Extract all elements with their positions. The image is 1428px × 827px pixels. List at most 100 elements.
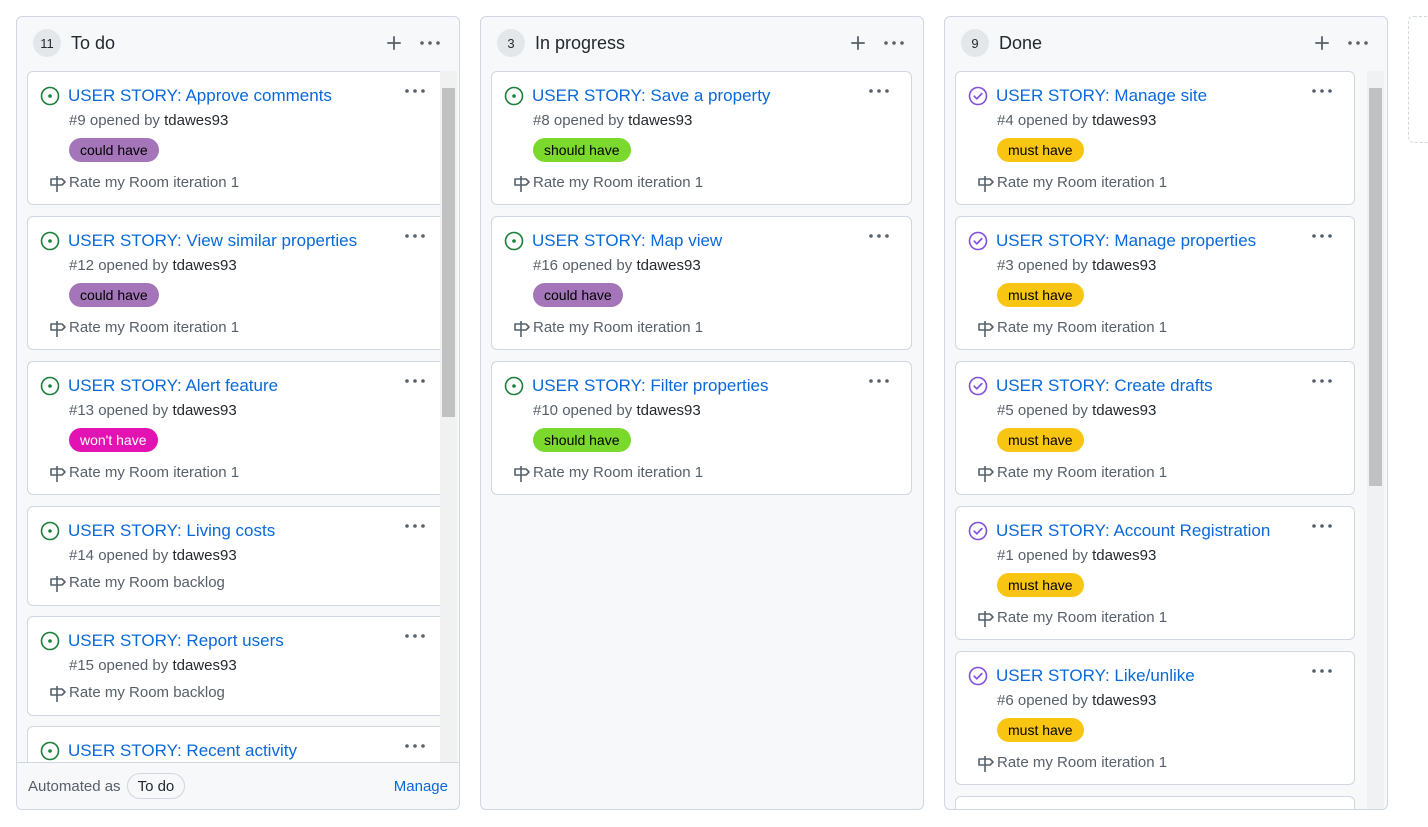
issue-card[interactable]: USER STORY: View similar properties #12 … — [27, 216, 448, 350]
issue-card[interactable]: USER STORY: Manage properties #3 opened … — [955, 216, 1355, 350]
issue-card[interactable]: USER STORY: Save a property #8 opened by… — [491, 71, 912, 205]
card-menu-button[interactable] — [867, 83, 891, 99]
card-menu-button[interactable] — [403, 518, 427, 534]
column-menu-button[interactable] — [881, 30, 907, 56]
scroll-thumb[interactable] — [1369, 88, 1382, 486]
kebab-horizontal-icon — [405, 634, 425, 638]
issue-author[interactable]: tdawes93 — [164, 112, 228, 129]
milestone-icon — [514, 466, 530, 482]
issue-milestone[interactable]: Rate my Room backlog — [50, 574, 225, 592]
issue-title-link[interactable]: USER STORY: Map view — [532, 231, 722, 251]
column-menu-button[interactable] — [417, 30, 443, 56]
issue-author[interactable]: tdawes93 — [1092, 692, 1156, 709]
issue-title-link[interactable]: USER STORY: Filter properties — [532, 376, 769, 396]
issue-author[interactable]: tdawes93 — [636, 402, 700, 419]
issue-title-link[interactable]: USER STORY: Alert feature — [68, 376, 278, 396]
issue-label[interactable]: could have — [533, 283, 623, 307]
issue-meta: #5 opened by tdawes93 — [997, 402, 1156, 419]
issue-card[interactable]: USER STORY: Account Registration #1 open… — [955, 506, 1355, 640]
issue-author[interactable]: tdawes93 — [172, 657, 236, 674]
card-menu-button[interactable] — [867, 373, 891, 389]
manage-automation-link[interactable]: Manage — [394, 778, 448, 795]
issue-label[interactable]: must have — [997, 573, 1084, 597]
issue-card[interactable]: USER STORY: Manage site #4 opened by tda… — [955, 71, 1355, 205]
issue-opened-icon — [40, 631, 60, 651]
issue-label[interactable]: could have — [69, 283, 159, 307]
issue-milestone[interactable]: Rate my Room iteration 1 — [514, 174, 703, 192]
issue-title-link[interactable]: USER STORY: Save a property — [532, 86, 770, 106]
card-menu-button[interactable] — [1310, 228, 1334, 244]
issue-milestone[interactable]: Rate my Room iteration 1 — [50, 319, 239, 337]
card-menu-button[interactable] — [403, 373, 427, 389]
card-menu-button[interactable] — [1310, 518, 1334, 534]
card-list-scrollbar[interactable] — [1367, 71, 1384, 809]
issue-card[interactable]: USER STORY: Filter properties #10 opened… — [491, 361, 912, 495]
issue-title-link[interactable]: USER STORY: View similar properties — [68, 231, 357, 251]
opened-by-text: opened by — [562, 257, 633, 274]
issue-milestone[interactable]: Rate my Room iteration 1 — [978, 609, 1167, 627]
card-menu-button[interactable] — [1310, 83, 1334, 99]
issue-milestone[interactable]: Rate my Room iteration 1 — [50, 174, 239, 192]
issue-author[interactable]: tdawes93 — [172, 257, 236, 274]
issue-title-link[interactable]: USER STORY: Recent activity — [68, 741, 297, 761]
add-column-placeholder[interactable] — [1408, 16, 1428, 143]
add-card-button[interactable] — [845, 30, 871, 56]
issue-card[interactable]: USER STORY: Approve comments #9 opened b… — [27, 71, 448, 205]
card-menu-button[interactable] — [403, 628, 427, 644]
add-card-button[interactable] — [1309, 30, 1335, 56]
issue-title-link[interactable]: USER STORY: Manage site — [996, 86, 1207, 106]
card-menu-button[interactable] — [867, 228, 891, 244]
issue-milestone[interactable]: Rate my Room iteration 1 — [978, 754, 1167, 772]
card-menu-button[interactable] — [403, 83, 427, 99]
issue-title-link[interactable]: USER STORY: Manage properties — [996, 231, 1256, 251]
issue-milestone[interactable]: Rate my Room iteration 1 — [978, 174, 1167, 192]
issue-author[interactable]: tdawes93 — [636, 257, 700, 274]
issue-label[interactable]: must have — [997, 718, 1084, 742]
column-menu-button[interactable] — [1345, 30, 1371, 56]
issue-title-link[interactable]: USER STORY: Report users — [68, 631, 284, 651]
milestone-icon — [514, 321, 530, 337]
issue-label[interactable]: should have — [533, 428, 631, 452]
issue-author[interactable]: tdawes93 — [172, 547, 236, 564]
issue-milestone[interactable]: Rate my Room iteration 1 — [978, 464, 1167, 482]
add-card-button[interactable] — [381, 30, 407, 56]
issue-author[interactable]: tdawes93 — [628, 112, 692, 129]
issue-author[interactable]: tdawes93 — [1092, 112, 1156, 129]
issue-milestone[interactable]: Rate my Room iteration 1 — [514, 319, 703, 337]
issue-title-link[interactable]: USER STORY: Create drafts — [996, 376, 1213, 396]
issue-milestone[interactable]: Rate my Room iteration 1 — [978, 319, 1168, 337]
issue-author[interactable]: tdawes93 — [1092, 547, 1156, 564]
card-menu-button[interactable] — [403, 738, 427, 754]
scroll-thumb[interactable] — [442, 88, 455, 417]
issue-card[interactable]: USER STORY: Report users #15 opened by t… — [27, 616, 448, 716]
issue-card[interactable]: USER STORY: Map view #16 opened by tdawe… — [491, 216, 912, 350]
issue-title-link[interactable]: USER STORY: Living costs — [68, 521, 275, 541]
issue-author[interactable]: tdawes93 — [1092, 257, 1156, 274]
issue-label[interactable]: must have — [997, 283, 1084, 307]
card-list-scrollbar[interactable] — [440, 71, 457, 763]
milestone-label: Rate my Room iteration 1 — [533, 464, 704, 481]
issue-milestone[interactable]: Rate my Room iteration 1 — [50, 464, 239, 482]
issue-card[interactable]: USER STORY: Create drafts #5 opened by t… — [955, 361, 1355, 495]
issue-author[interactable]: tdawes93 — [1092, 402, 1156, 419]
issue-milestone[interactable]: Rate my Room backlog — [50, 684, 225, 702]
milestone-label: Rate my Room iteration 1 — [997, 319, 1168, 336]
kebab-horizontal-icon — [869, 234, 889, 238]
card-menu-button[interactable] — [1310, 373, 1334, 389]
issue-title-link[interactable]: USER STORY: Approve comments — [68, 86, 332, 106]
issue-card[interactable]: USER STORY: Alert feature #13 opened by … — [27, 361, 448, 495]
issue-label[interactable]: won't have — [69, 428, 158, 452]
issue-card[interactable]: USER STORY: Living costs #14 opened by t… — [27, 506, 448, 606]
issue-title-link[interactable]: USER STORY: Like/unlike — [996, 666, 1195, 686]
issue-author[interactable]: tdawes93 — [172, 402, 236, 419]
issue-title-link[interactable]: USER STORY: Account Registration — [996, 521, 1270, 541]
card-menu-button[interactable] — [403, 228, 427, 244]
issue-label[interactable]: must have — [997, 428, 1084, 452]
issue-label[interactable]: could have — [69, 138, 159, 162]
card-menu-button[interactable] — [1310, 663, 1334, 679]
issue-card[interactable]: USER STORY: Like/unlike #6 opened by tda… — [955, 651, 1355, 785]
issue-label[interactable]: should have — [533, 138, 631, 162]
issue-label[interactable]: must have — [997, 138, 1084, 162]
issue-milestone[interactable]: Rate my Room iteration 1 — [514, 464, 704, 482]
issue-card[interactable] — [955, 796, 1355, 809]
